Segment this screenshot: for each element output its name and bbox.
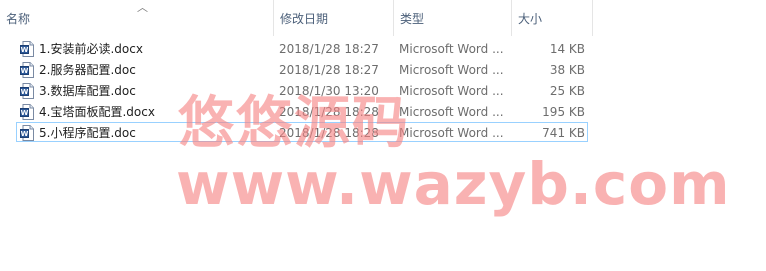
column-header-type-label: 类型 <box>400 12 425 26</box>
svg-text:W: W <box>21 46 29 54</box>
column-header-size[interactable]: 大小 <box>512 0 593 36</box>
column-header-name-label: 名称 <box>6 12 31 26</box>
column-header-date-label: 修改日期 <box>280 12 329 26</box>
file-type: Microsoft Word ... <box>399 84 504 98</box>
file-row-focused[interactable]: W 5.小程序配置.doc 2018/1/28 18:28 Microsoft … <box>16 122 588 142</box>
file-name: 2.服务器配置.doc <box>39 63 136 77</box>
file-date: 2018/1/28 18:27 <box>279 42 379 56</box>
file-type: Microsoft Word ... <box>399 63 504 77</box>
file-date: 2018/1/28 18:27 <box>279 63 379 77</box>
column-header-size-label: 大小 <box>518 12 543 26</box>
file-row[interactable]: W 3.数据库配置.doc 2018/1/30 13:20 Microsoft … <box>16 80 588 100</box>
file-row[interactable]: W 2.服务器配置.doc 2018/1/28 18:27 Microsoft … <box>16 59 588 79</box>
word-document-icon: W <box>20 104 34 120</box>
file-name: 1.安装前必读.docx <box>39 42 143 56</box>
svg-text:W: W <box>21 109 29 117</box>
file-row[interactable]: W 1.安装前必读.docx 2018/1/28 18:27 Microsoft… <box>16 38 588 58</box>
watermark-url: www.wazyb.com <box>176 150 731 218</box>
file-name: 4.宝塔面板配置.docx <box>39 105 155 119</box>
file-date: 2018/1/28 18:28 <box>279 105 379 119</box>
svg-text:W: W <box>21 88 29 96</box>
file-type: Microsoft Word ... <box>399 42 504 56</box>
file-size: 741 KB <box>542 126 585 140</box>
file-type: Microsoft Word ... <box>399 105 504 119</box>
svg-text:W: W <box>21 130 29 138</box>
file-row[interactable]: W 4.宝塔面板配置.docx 2018/1/28 18:28 Microsof… <box>16 101 588 121</box>
column-header-name[interactable]: 名称 ︿ <box>0 0 274 36</box>
file-name: 5.小程序配置.doc <box>39 126 136 140</box>
file-name: 3.数据库配置.doc <box>39 84 136 98</box>
word-document-icon: W <box>20 125 34 141</box>
word-document-icon: W <box>20 62 34 78</box>
svg-text:W: W <box>21 67 29 75</box>
file-type: Microsoft Word ... <box>399 126 504 140</box>
column-header-date[interactable]: 修改日期 <box>274 0 394 36</box>
sort-ascending-icon: ︿ <box>137 1 148 14</box>
column-header-row: 名称 ︿ 修改日期 类型 大小 <box>0 0 766 36</box>
file-size: 38 KB <box>549 63 585 77</box>
word-document-icon: W <box>20 83 34 99</box>
file-size: 195 KB <box>542 105 585 119</box>
column-header-type[interactable]: 类型 <box>394 0 512 36</box>
file-date: 2018/1/30 13:20 <box>279 84 379 98</box>
file-size: 14 KB <box>549 42 585 56</box>
file-size: 25 KB <box>549 84 585 98</box>
word-document-icon: W <box>20 41 34 57</box>
file-date: 2018/1/28 18:28 <box>279 126 379 140</box>
